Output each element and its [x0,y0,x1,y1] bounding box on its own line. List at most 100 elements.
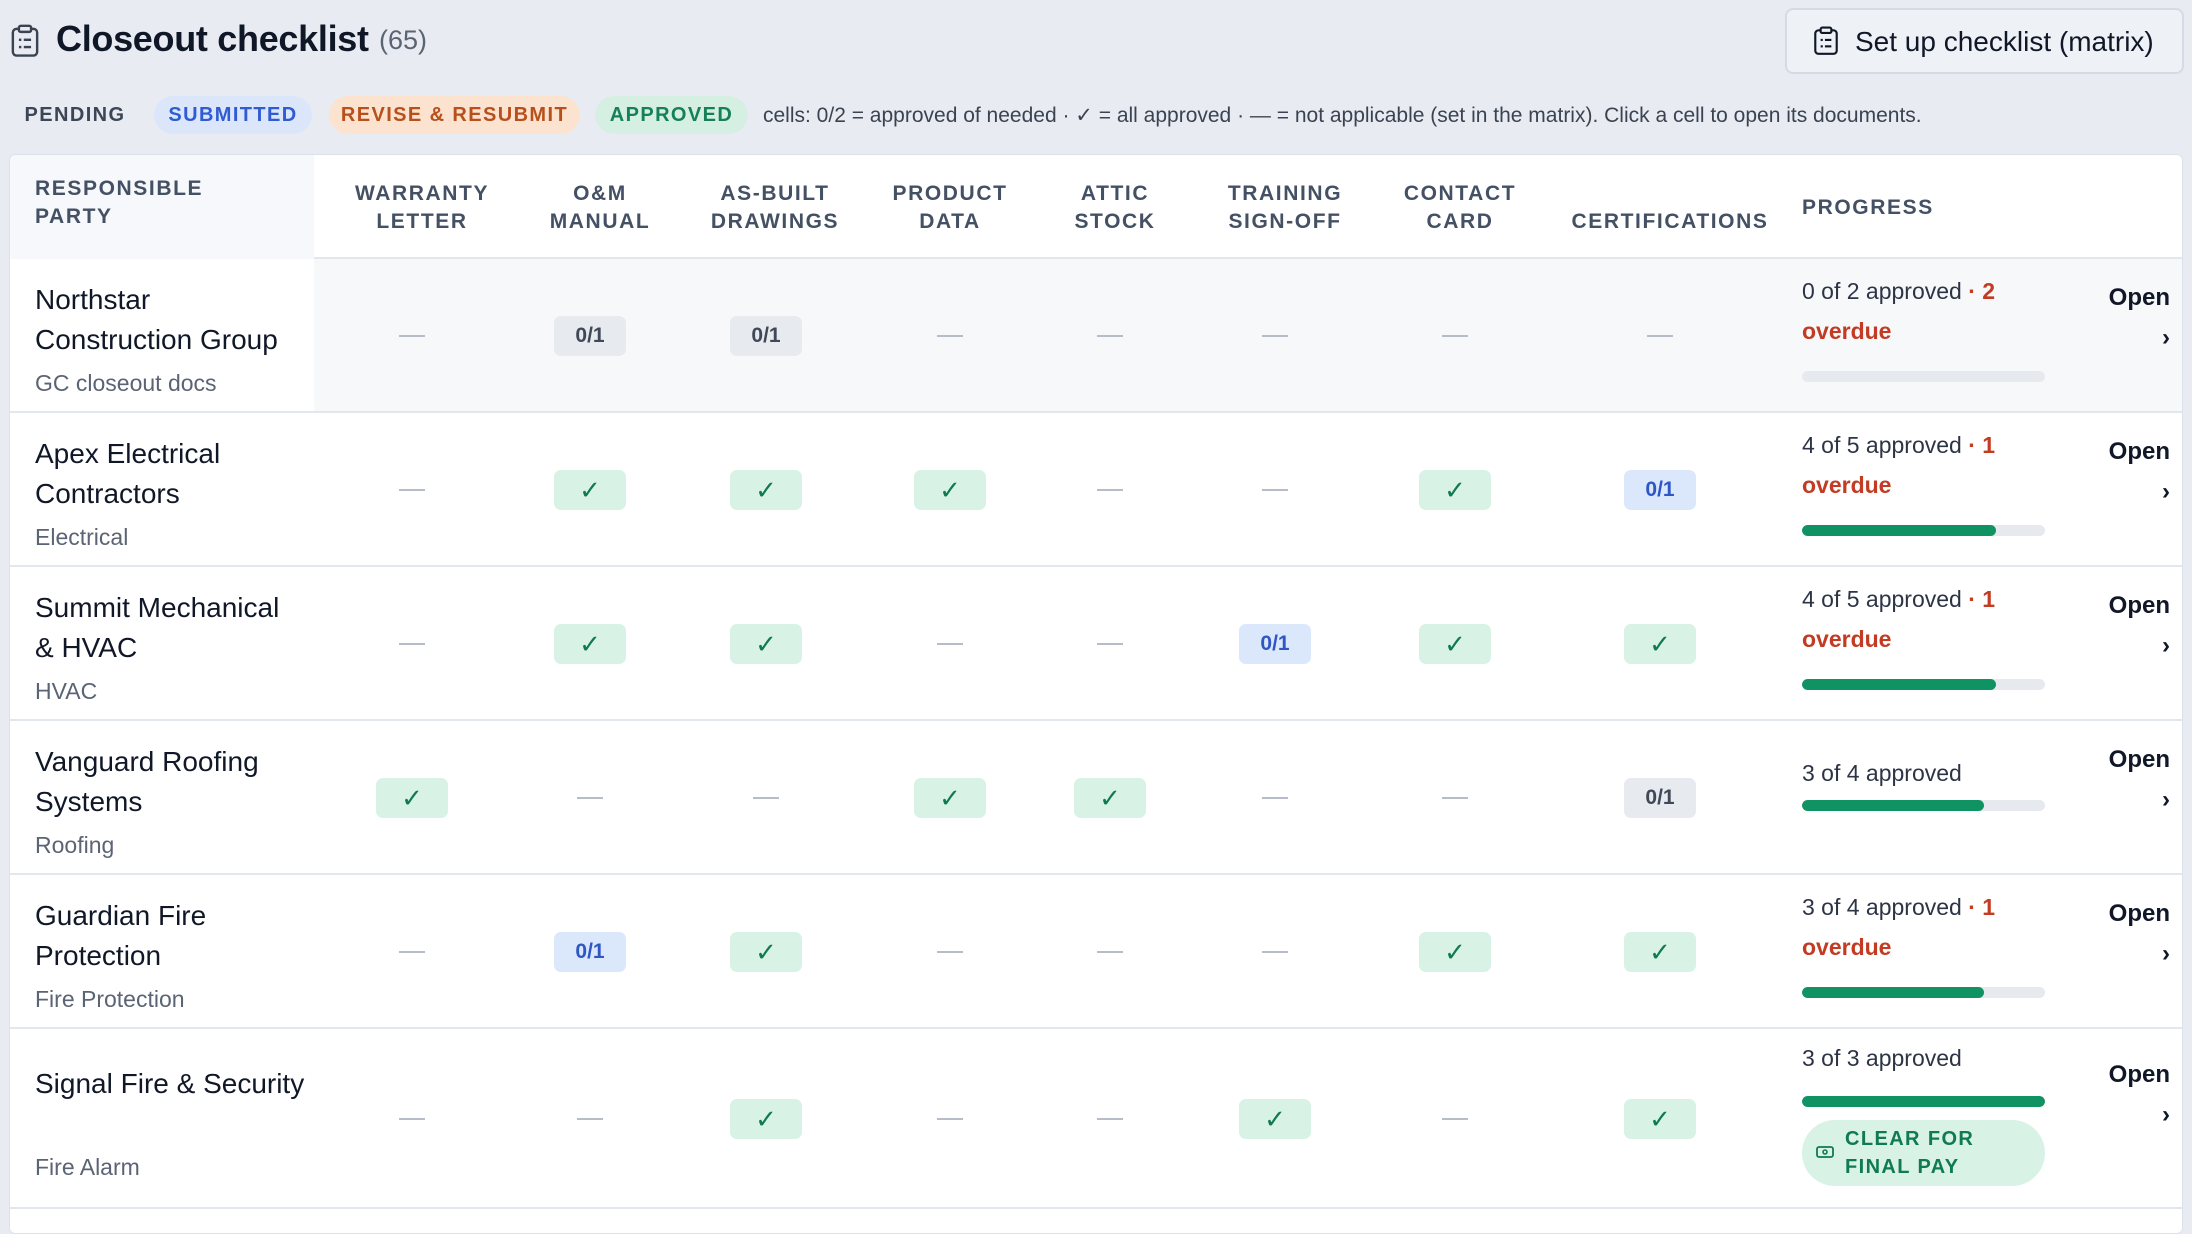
approved-check-cell[interactable]: ✓ [730,1099,802,1139]
open-row-link[interactable]: Open › [2098,278,2170,358]
not-applicable-dash [577,1118,603,1120]
not-applicable-dash [937,1118,963,1120]
approved-check-cell[interactable]: ✓ [1419,932,1491,972]
status-legend: PENDING SUBMITTED REVISE & RESUBMIT APPR… [0,96,2192,138]
party-trade: Roofing [35,832,115,858]
not-applicable-dash [399,489,425,491]
approved-check-cell[interactable]: ✓ [376,778,448,818]
party-name: Apex Electrical Contractors [35,438,221,509]
open-label: Open [2108,900,2170,927]
approved-check-cell[interactable]: ✓ [1419,624,1491,664]
approved-check-cell[interactable]: ✓ [1239,1099,1311,1139]
party-name: Guardian Fire Protection [35,900,207,971]
not-applicable-dash [1262,489,1288,491]
col-header-certifications: CERTIFICATIONS [1571,210,1769,233]
progress-bar-fill [1802,1096,2045,1107]
col-header-asbuilt: AS-BUILT DRAWINGS [710,182,840,233]
not-applicable-dash [399,643,425,645]
not-applicable-dash [1262,335,1288,337]
overdue-count: · 1 [1961,586,1996,612]
legend-approved: APPROVED [595,96,748,134]
progress-bar [1802,987,2045,998]
chevron-right-icon: › [2162,1101,2170,1128]
progress-bar-fill [1802,679,1997,690]
open-row-link[interactable]: Open › [2098,740,2170,820]
submitted-count-cell[interactable]: 0/1 [554,932,626,972]
setup-checklist-button[interactable]: Set up checklist (matrix) [1785,8,2184,74]
setup-checklist-label: Set up checklist (matrix) [1855,26,2154,57]
progress-text: 0 of 2 approved · 2 overdue [1802,271,1995,351]
approved-count: 0 of 2 approved [1802,278,1962,304]
chevron-right-icon: › [2162,786,2170,813]
approved-count: 3 of 3 approved [1802,1045,1962,1071]
chevron-right-icon: › [2162,632,2170,659]
open-row-link[interactable]: Open › [2098,894,2170,974]
party-trade: HVAC [35,678,98,704]
approved-count: 4 of 5 approved [1802,432,1962,458]
submitted-count-cell[interactable]: 0/1 [1624,470,1696,510]
party-trade: Fire Alarm [35,1154,140,1180]
page-header: Closeout checklist (65) Set up checklist… [0,0,2192,80]
approved-check-cell[interactable]: ✓ [914,470,986,510]
not-applicable-dash [399,335,425,337]
clear-final-pay-badge: CLEAR FOR FINAL PAY [1802,1120,2045,1186]
approved-check-cell[interactable]: ✓ [554,470,626,510]
not-applicable-dash [937,643,963,645]
col-header-contact: CONTACT CARD [1403,182,1517,233]
approved-check-cell[interactable]: ✓ [1624,624,1696,664]
party-name: Vanguard Roofing Systems [35,746,259,817]
overdue-count: · 1 [1961,894,1996,920]
approved-check-cell[interactable]: ✓ [730,470,802,510]
pending-count-cell[interactable]: 0/1 [730,316,802,356]
approved-check-cell[interactable]: ✓ [1419,470,1491,510]
progress-bar [1802,1096,2045,1107]
progress-bar-fill [1802,800,1985,811]
col-header-party: RESPONSIBLE PARTY [35,177,204,228]
open-label: Open [2108,438,2170,465]
not-applicable-dash [1097,489,1123,491]
overdue-label: overdue [1802,318,1892,344]
progress-bar [1802,679,2045,690]
open-label: Open [2108,1061,2170,1088]
progress-bar [1802,800,2045,811]
col-header-training: TRAINING SIGN-OFF [1227,182,1343,233]
approved-check-cell[interactable]: ✓ [730,932,802,972]
clear-final-pay-label: CLEAR FOR FINAL PAY [1845,1128,1975,1178]
pending-count-cell[interactable]: 0/1 [554,316,626,356]
party-trade: Electrical [35,524,129,550]
progress-text: 4 of 5 approved · 1 overdue [1802,425,1995,505]
table-row: Northstar Construction Group GC closeout … [10,259,2182,413]
table-row: Summit Mechanical & HVAC HVAC ✓ ✓ 0/1 ✓ ✓ 4 of … [10,567,2182,721]
col-header-attic: ATTIC STOCK [1074,182,1156,233]
not-applicable-dash [1442,797,1468,799]
clipboard-icon [11,24,39,57]
table-row: Vanguard Roofing Systems Roofing ✓ ✓ ✓ 0/1 3 o… [10,721,2182,875]
col-header-warranty: WARRANTY LETTER [354,182,490,233]
open-label: Open [2108,592,2170,619]
submitted-count-cell[interactable]: 0/1 [1239,624,1311,664]
not-applicable-dash [753,797,779,799]
not-applicable-dash [1442,1118,1468,1120]
cash-icon [1816,1146,1834,1158]
progress-text: 3 of 4 approved · 1 overdue [1802,887,1995,967]
progress-text: 3 of 4 approved [1802,753,1962,793]
overdue-count: · 1 [1961,432,1996,458]
open-row-link[interactable]: Open › [2098,586,2170,666]
approved-check-cell[interactable]: ✓ [914,778,986,818]
not-applicable-dash [937,951,963,953]
party-trade: Fire Protection [35,986,185,1012]
not-applicable-dash [577,797,603,799]
approved-check-cell[interactable]: ✓ [1074,778,1146,818]
approved-check-cell[interactable]: ✓ [730,624,802,664]
open-label: Open [2108,746,2170,773]
approved-check-cell[interactable]: ✓ [1624,932,1696,972]
pending-count-cell[interactable]: 0/1 [1624,778,1696,818]
approved-check-cell[interactable]: ✓ [554,624,626,664]
progress-bar-fill [1802,987,1985,998]
approved-check-cell[interactable]: ✓ [1624,1099,1696,1139]
party-name: Summit Mechanical & HVAC [35,592,280,663]
table-header: RESPONSIBLE PARTY WARRANTY LETTER O&M MA… [10,155,2182,259]
open-row-link[interactable]: Open › [2098,432,2170,512]
progress-text: 4 of 5 approved · 1 overdue [1802,579,1995,659]
open-row-link[interactable]: Open › [2098,1055,2170,1135]
